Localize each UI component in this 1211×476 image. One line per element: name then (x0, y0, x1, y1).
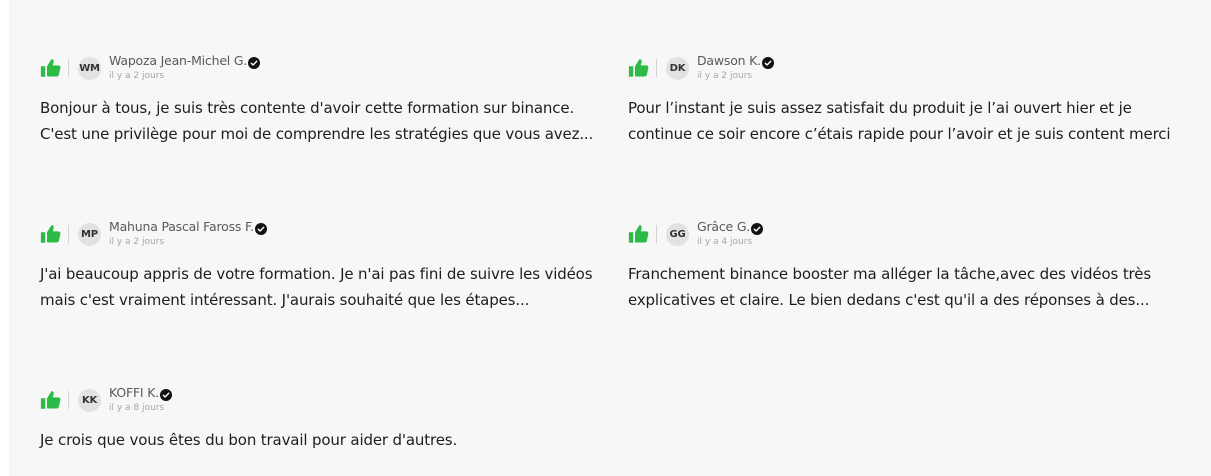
divider (68, 391, 69, 409)
review-header: WM Wapoza Jean-Michel G. il y a 2 jours (40, 52, 615, 88)
review-date: il y a 2 jours (109, 237, 165, 247)
review-card: DK Dawson K. il y a 2 jours Pour l’insta… (628, 52, 1203, 147)
reviews-panel: WM Wapoza Jean-Michel G. il y a 2 jours … (9, 0, 1211, 476)
thumbs-up-icon (40, 58, 61, 78)
avatar: WM (78, 57, 101, 80)
review-date: il y a 2 jours (697, 71, 753, 81)
review-card: WM Wapoza Jean-Michel G. il y a 2 jours … (40, 52, 615, 147)
review-card: GG Grâce G. il y a 4 jours Franchement b… (628, 218, 1203, 313)
thumbs-up-icon (628, 58, 649, 78)
review-text-line: Pour l’instant je suis assez satisfait d… (628, 99, 1132, 117)
reviewer-name: Mahuna Pascal Faross F. (109, 218, 254, 234)
review-text-line: mais c'est vraiment intéressant. J'aurai… (40, 291, 530, 309)
review-text-line: J'ai beaucoup appris de votre formation.… (40, 265, 593, 283)
review-date: il y a 2 jours (109, 71, 165, 81)
thumbs-up-icon (628, 224, 649, 244)
thumbs-up-icon (40, 390, 61, 410)
review-header: MP Mahuna Pascal Faross F. il y a 2 jour… (40, 218, 615, 254)
reviewer-name: Wapoza Jean-Michel G. (109, 52, 248, 68)
review-date: il y a 8 jours (109, 403, 165, 413)
verified-check-icon (159, 386, 172, 401)
divider (68, 225, 69, 243)
review-date: il y a 4 jours (697, 237, 753, 247)
review-text: Pour l’instant je suis assez satisfait d… (628, 95, 1203, 147)
review-text-line: C'est une privilège pour moi de comprend… (40, 125, 594, 143)
review-text-line: Je crois que vous êtes du bon travail po… (40, 431, 458, 449)
reviewer-name: Grâce G. (697, 218, 751, 234)
divider (68, 59, 69, 77)
avatar: GG (666, 223, 689, 246)
review-text: Je crois que vous êtes du bon travail po… (40, 427, 615, 453)
reviewer-name: Dawson K. (697, 52, 761, 68)
thumbs-up-icon (40, 224, 61, 244)
review-text-line: Bonjour à tous, je suis très contente d'… (40, 99, 575, 117)
review-header: GG Grâce G. il y a 4 jours (628, 218, 1203, 254)
verified-check-icon (751, 220, 764, 235)
review-text: J'ai beaucoup appris de votre formation.… (40, 261, 615, 313)
review-header: DK Dawson K. il y a 2 jours (628, 52, 1203, 88)
review-card: KK KOFFI K. il y a 8 jours Je crois que … (40, 384, 615, 453)
divider (656, 59, 657, 77)
review-text-line: continue ce soir encore c’étais rapide p… (628, 125, 1171, 143)
avatar: MP (78, 223, 101, 246)
verified-check-icon (248, 54, 261, 69)
verified-check-icon (254, 220, 267, 235)
review-text: Bonjour à tous, je suis très contente d'… (40, 95, 615, 147)
review-text: Franchement binance booster ma alléger l… (628, 261, 1203, 313)
avatar: KK (78, 389, 101, 412)
review-card: MP Mahuna Pascal Faross F. il y a 2 jour… (40, 218, 615, 313)
avatar: DK (666, 57, 689, 80)
review-text-line: Franchement binance booster ma alléger l… (628, 265, 1151, 283)
reviewer-name: KOFFI K. (109, 384, 159, 400)
verified-check-icon (761, 54, 774, 69)
review-header: KK KOFFI K. il y a 8 jours (40, 384, 615, 420)
review-text-line: explicatives et claire. Le bien dedans c… (628, 291, 1150, 309)
divider (656, 225, 657, 243)
